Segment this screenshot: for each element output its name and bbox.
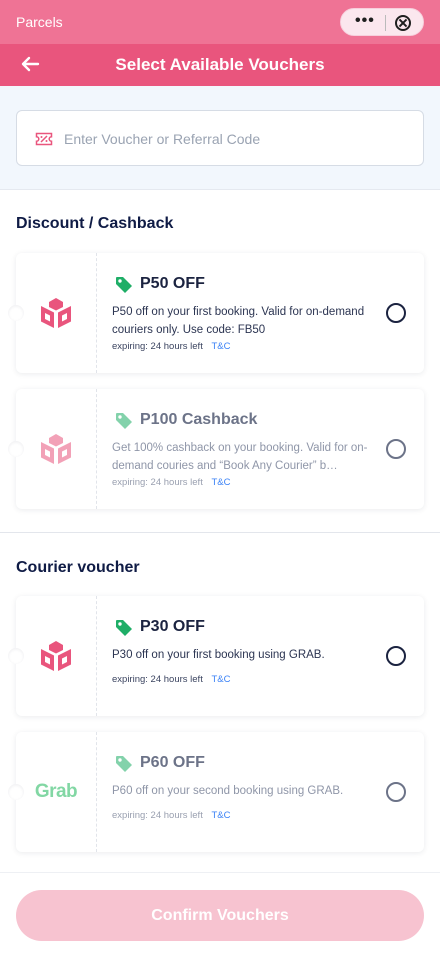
mini-app-capsule: ••• [340, 8, 424, 36]
tag-icon [116, 413, 132, 429]
mini-app-top-bar: Parcels ••• [0, 0, 440, 44]
voucher-description: P50 off on your first booking. Valid for… [112, 306, 365, 336]
box-logo-icon [34, 429, 78, 469]
voucher-expiry: expiring: 24 hours left [112, 341, 203, 352]
close-icon[interactable] [395, 15, 411, 31]
voucher-meta: expiring: 24 hours left T&C [112, 341, 230, 352]
voucher-card[interactable]: P30 OFF P30 off on your first booking us… [8, 596, 424, 716]
box-logo-icon [34, 293, 78, 333]
voucher-meta: expiring: 24 hours left T&C [112, 477, 230, 488]
voucher-expiry: expiring: 24 hours left [112, 674, 203, 685]
box-logo-icon [34, 636, 78, 676]
voucher-meta: expiring: 24 hours left T&C [112, 810, 230, 821]
card-dashed-divider [96, 253, 97, 373]
page-header: Select Available Vouchers [0, 44, 440, 86]
voucher-radio[interactable] [386, 646, 406, 666]
terms-link[interactable]: T&C [211, 810, 230, 821]
tag-icon [116, 620, 132, 636]
more-icon[interactable]: ••• [355, 13, 375, 29]
voucher-card[interactable]: P100 Cashback Get 100% cashback on your … [8, 389, 424, 509]
capsule-divider [385, 15, 386, 31]
card-notch [8, 305, 24, 321]
voucher-title: P30 OFF [140, 618, 205, 635]
tag-icon [116, 756, 132, 772]
voucher-card[interactable]: Grab P60 OFF P60 off on your second book… [8, 732, 424, 852]
card-dashed-divider [96, 389, 97, 509]
voucher-expiry: expiring: 24 hours left [112, 810, 203, 821]
voucher-radio[interactable] [386, 303, 406, 323]
terms-link[interactable]: T&C [211, 341, 230, 352]
page-title: Select Available Vouchers [115, 55, 325, 74]
section-title-discount: Discount / Cashback [16, 215, 174, 232]
terms-link[interactable]: T&C [211, 477, 230, 488]
card-dashed-divider [96, 596, 97, 716]
voucher-title: P100 Cashback [140, 411, 258, 428]
tag-icon [116, 277, 132, 293]
voucher-description: Get 100% cashback on your booking. Valid… [112, 442, 368, 472]
card-notch [8, 784, 24, 800]
grab-logo: Grab [34, 772, 78, 812]
bottom-action-bar: Confirm Vouchers [0, 872, 440, 956]
voucher-title: P50 OFF [140, 275, 205, 292]
voucher-code-box[interactable] [16, 110, 424, 166]
card-dashed-divider [96, 732, 97, 852]
app-name: Parcels [16, 14, 63, 30]
voucher-expiry: expiring: 24 hours left [112, 477, 203, 488]
voucher-description: P60 off on your second booking using GRA… [112, 785, 344, 797]
voucher-radio[interactable] [386, 439, 406, 459]
voucher-meta: expiring: 24 hours left T&C [112, 674, 230, 685]
voucher-code-input[interactable] [64, 127, 404, 151]
confirm-vouchers-button[interactable]: Confirm Vouchers [16, 890, 424, 941]
voucher-code-area [0, 86, 440, 190]
voucher-description: P30 off on your first booking using GRAB… [112, 649, 325, 661]
voucher-radio[interactable] [386, 782, 406, 802]
grab-logo-text: Grab [34, 781, 78, 802]
voucher-ticket-icon [35, 132, 53, 146]
card-notch [8, 441, 24, 457]
voucher-card[interactable]: P50 OFF P50 off on your first booking. V… [8, 253, 424, 373]
voucher-title: P60 OFF [140, 754, 205, 771]
card-notch [8, 648, 24, 664]
section-divider [0, 532, 440, 533]
terms-link[interactable]: T&C [211, 674, 230, 685]
section-title-courier: Courier voucher [16, 559, 140, 576]
